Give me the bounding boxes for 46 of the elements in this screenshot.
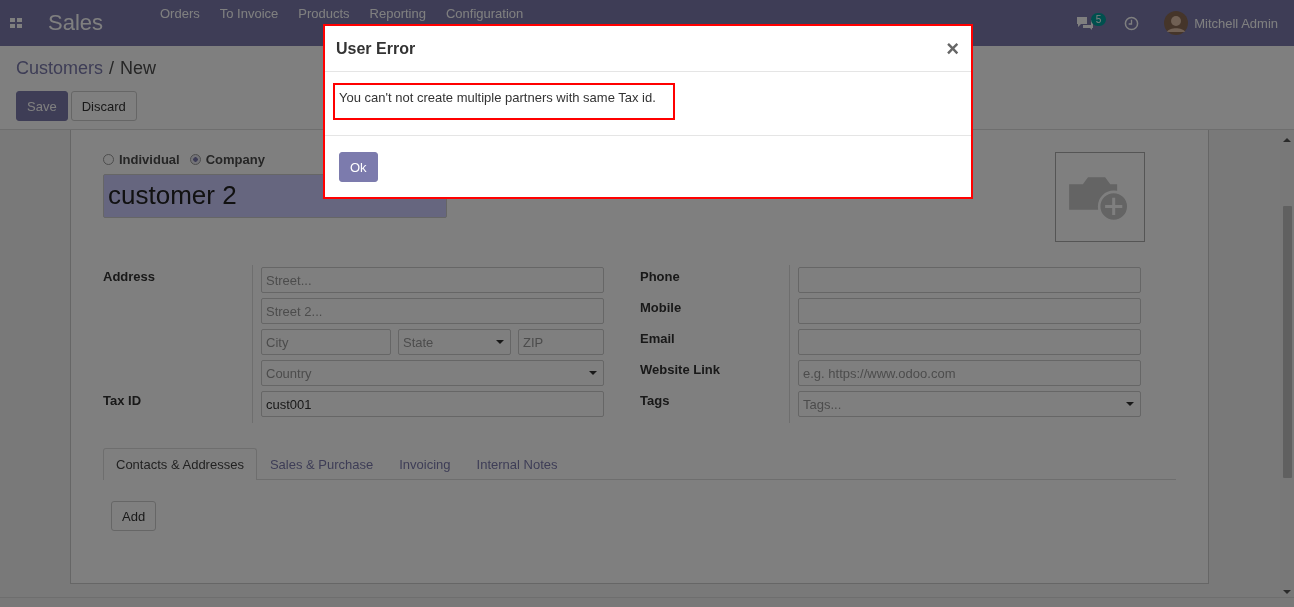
radio-label[interactable]: Individual — [119, 152, 180, 167]
field-label: Tags — [640, 392, 671, 410]
close-button[interactable]: × — [946, 35, 959, 62]
field-label: Website Link — [640, 361, 721, 379]
field-label: Tax ID — [103, 392, 143, 410]
input-field[interactable] — [798, 298, 1141, 324]
radio-label[interactable]: Company — [205, 152, 265, 167]
tab[interactable]: Internal Notes — [463, 448, 571, 480]
menu-item[interactable]: To Invoice — [219, 7, 279, 21]
user-name[interactable]: Mitchell Admin — [1194, 15, 1278, 31]
clock-icon[interactable] — [1124, 15, 1140, 31]
save-button[interactable]: Save — [16, 91, 68, 121]
caret-icon — [589, 371, 597, 375]
breadcrumb-current: New — [120, 58, 157, 79]
tab[interactable]: Sales & Purchase — [256, 448, 387, 480]
user-avatar[interactable] — [1164, 11, 1189, 35]
app-name: Sales — [48, 10, 105, 36]
input-field[interactable]: cust001 — [261, 391, 604, 417]
caret-icon — [496, 340, 504, 344]
scroll-up-icon[interactable] — [1283, 138, 1291, 142]
breadcrumb-link[interactable]: Customers — [16, 58, 104, 79]
input-field[interactable] — [798, 267, 1141, 293]
add-button[interactable]: Add — [111, 501, 157, 531]
image-placeholder[interactable] — [1055, 152, 1145, 242]
tab[interactable]: Invoicing — [386, 448, 464, 480]
input-field[interactable] — [798, 329, 1141, 355]
dialog-title: User Error — [336, 39, 416, 58]
apps-menu-icon[interactable] — [10, 18, 22, 28]
field-label: Email — [640, 330, 676, 348]
caret-icon — [1126, 402, 1134, 406]
menu-item[interactable]: Orders — [160, 7, 200, 21]
field-label: Phone — [640, 268, 681, 286]
message-count-badge: 5 — [1090, 12, 1107, 26]
menu-item[interactable]: Products — [298, 7, 350, 21]
menu-item[interactable]: Configuration — [445, 7, 524, 21]
error-message: You can't not create multiple partners with same Tax id. — [333, 83, 675, 120]
radio-button[interactable] — [189, 154, 201, 165]
field-label: Address — [103, 268, 157, 286]
discard-button[interactable]: Discard — [70, 91, 137, 121]
breadcrumb-separator: / — [109, 58, 115, 79]
scrollbar-thumb[interactable] — [1282, 206, 1292, 478]
ok-button[interactable]: Ok — [339, 152, 378, 182]
menu-item[interactable]: Reporting — [369, 7, 426, 21]
field-label: Mobile — [640, 299, 683, 317]
tab[interactable]: Contacts & Addresses — [103, 448, 257, 480]
chat-icon[interactable] — [1075, 16, 1094, 30]
